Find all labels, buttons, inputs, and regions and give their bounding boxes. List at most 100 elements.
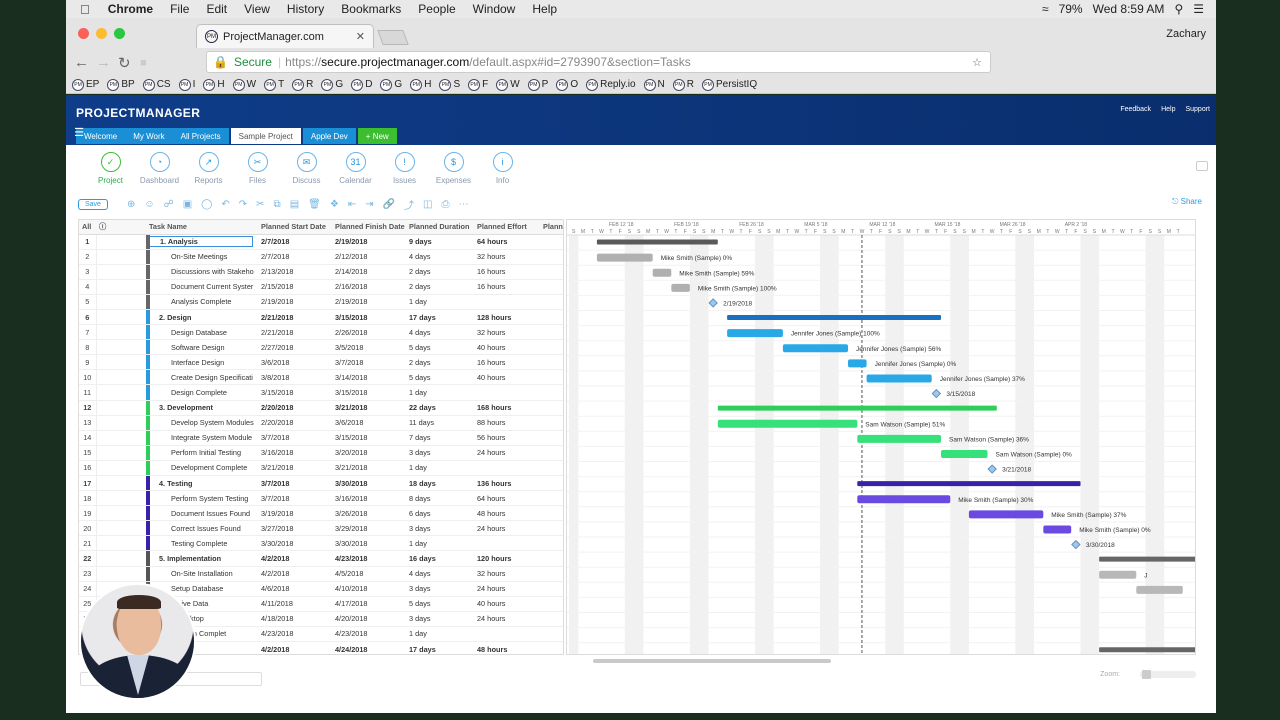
task-bar[interactable] (1099, 570, 1137, 579)
task-effort[interactable] (474, 384, 540, 401)
task-name-cell[interactable]: 3. Development (146, 400, 258, 416)
task-finish[interactable]: 2/26/2018 (332, 324, 406, 341)
task-effort[interactable]: 48 hours (474, 641, 540, 654)
app-logo[interactable]: PROJECTMANAGER (76, 106, 200, 120)
summary-bar[interactable] (727, 315, 941, 321)
bookmark-item[interactable]: PM G (380, 78, 402, 91)
task-finish[interactable]: 3/30/2018 (332, 475, 406, 492)
gantt-horizontal-scrollbar[interactable] (593, 659, 831, 663)
zoom-window-button[interactable] (114, 28, 125, 39)
menu-help[interactable]: Help (532, 2, 557, 16)
print-icon[interactable]: ⎙ (442, 199, 450, 210)
view-info[interactable]: i Info (478, 152, 527, 185)
task-dur[interactable]: 22 days (406, 400, 474, 416)
extension-icon[interactable]: ■ (140, 57, 147, 69)
task-start[interactable]: 3/19/2018 (258, 505, 332, 522)
task-finish[interactable]: 4/24/2018 (332, 641, 406, 654)
menu-window[interactable]: Window (473, 2, 516, 16)
task-dur[interactable]: 2 days (406, 279, 474, 295)
task-name-cell[interactable]: Software Design (146, 339, 258, 356)
task-finish[interactable]: 4/10/2018 (332, 581, 406, 597)
indent-icon[interactable]: ⇥ (365, 199, 373, 210)
task-name-cell[interactable]: 5. Implementation (146, 550, 258, 567)
task-start[interactable]: 2/20/2018 (258, 415, 332, 431)
task-effort[interactable]: 40 hours (474, 596, 540, 612)
tab-sample-project[interactable]: Sample Project (230, 128, 301, 144)
col-header[interactable]: Planned Effort (474, 220, 540, 235)
task-start[interactable]: 2/21/2018 (258, 324, 332, 341)
spotlight-search-icon[interactable]: ⚲ (1174, 2, 1183, 16)
forward-icon[interactable]: → (96, 54, 111, 71)
menu-edit[interactable]: Edit (206, 2, 227, 16)
milestone-diamond[interactable] (987, 464, 997, 474)
task-dur[interactable]: 8 days (406, 490, 474, 507)
task-bar[interactable] (857, 434, 941, 443)
task-effort[interactable]: 64 hours (474, 234, 540, 250)
task-dur[interactable]: 3 days (406, 581, 474, 597)
task-name-cell[interactable]: Perform System Testing (146, 490, 258, 507)
table-row[interactable]: 11 Design Complete 3/15/2018 3/15/2018 1 day (79, 384, 563, 401)
task-finish[interactable]: 3/21/2018 (332, 460, 406, 477)
task-finish[interactable]: 3/21/2018 (332, 400, 406, 416)
task-start[interactable]: 3/7/2018 (258, 430, 332, 446)
delete-icon[interactable]: 🗑 (308, 199, 321, 210)
task-dur[interactable]: 1 day (406, 626, 474, 643)
task-effort[interactable] (474, 626, 540, 643)
task-dur[interactable]: 5 days (406, 596, 474, 612)
zoom-slider-handle[interactable] (1142, 670, 1151, 679)
columns-icon[interactable]: ◫ (423, 199, 432, 210)
close-tab-icon[interactable]: ✕ (356, 30, 365, 43)
task-effort[interactable]: 168 hours (474, 400, 540, 416)
col-header[interactable]: Task Name (146, 220, 258, 235)
task-bar[interactable] (941, 449, 988, 458)
task-start[interactable]: 4/6/2018 (258, 581, 332, 597)
bookmark-item[interactable]: PM S (439, 78, 460, 91)
table-row[interactable]: 4 Document Current Syster 2/15/2018 2/16/20… (79, 279, 563, 295)
table-row[interactable]: 6 2. Design 2/21/2018 3/15/2018 17 days 128 h… (79, 309, 563, 326)
task-effort[interactable]: 40 hours (474, 369, 540, 386)
browser-tab[interactable]: PM ProjectManager.com ✕ (196, 24, 374, 48)
task-finish[interactable]: 3/26/2018 (332, 505, 406, 522)
task-finish[interactable]: 3/15/2018 (332, 430, 406, 446)
close-window-button[interactable] (78, 28, 89, 39)
menu-history[interactable]: History (287, 2, 324, 16)
col-header[interactable]: Planned Duration (406, 220, 474, 235)
bookmark-item[interactable]: PM BP (107, 78, 135, 91)
outdent-icon[interactable]: ⇤ (348, 199, 356, 210)
table-row[interactable]: 12 3. Development 2/20/2018 3/21/2018 22 day… (79, 400, 563, 416)
task-name-cell[interactable]: Testing Complete (146, 535, 258, 552)
task-effort[interactable]: 88 hours (474, 415, 540, 431)
unlink-icon[interactable]: ⤴ (404, 197, 414, 212)
table-row[interactable]: 19 Document Issues Found 3/19/2018 3/26/201… (79, 505, 563, 522)
task-finish[interactable]: 4/23/2018 (332, 550, 406, 567)
task-dur[interactable]: 2 days (406, 354, 474, 371)
task-dur[interactable]: 18 days (406, 475, 474, 492)
table-row[interactable]: 22 5. Implementation 4/2/2018 4/23/2018 16 d… (79, 550, 563, 567)
bookmark-item[interactable]: PM P (527, 78, 548, 91)
task-start[interactable]: 3/6/2018 (258, 354, 332, 371)
task-finish[interactable]: 2/19/2018 (332, 234, 406, 250)
task-dur[interactable]: 4 days (406, 324, 474, 341)
task-finish[interactable]: 3/15/2018 (332, 309, 406, 326)
task-start[interactable]: 2/13/2018 (258, 264, 332, 280)
table-row[interactable]: 14 Integrate System Module 3/7/2018 3/15/20… (79, 430, 563, 446)
task-dur[interactable]: 7 days (406, 430, 474, 446)
task-effort[interactable] (474, 460, 540, 477)
new-tab-button[interactable] (377, 30, 409, 45)
view-reports[interactable]: ↗ Reports (184, 152, 233, 185)
table-row[interactable]: 8 Software Design 2/27/2018 3/5/2018 5 days 4… (79, 339, 563, 356)
bookmark-item[interactable]: PM W (232, 78, 256, 91)
task-start[interactable]: 3/15/2018 (258, 384, 332, 401)
task-effort[interactable] (474, 535, 540, 552)
col-header-info-icon[interactable]: ⓘ (96, 220, 146, 235)
save-button[interactable]: Save (78, 198, 108, 210)
task-effort[interactable]: 24 hours (474, 581, 540, 597)
task-effort[interactable]: 128 hours (474, 309, 540, 326)
task-dur[interactable]: 3 days (406, 445, 474, 461)
task-effort[interactable]: 64 hours (474, 490, 540, 507)
undo-icon[interactable]: ↶ (221, 199, 229, 210)
bookmark-item[interactable]: PM R (292, 78, 313, 91)
tab-all-projects[interactable]: All Projects (172, 128, 229, 144)
task-start[interactable]: 2/7/2018 (258, 234, 332, 250)
table-row[interactable]: 9 Interface Design 3/6/2018 3/7/2018 2 days 1… (79, 354, 563, 371)
